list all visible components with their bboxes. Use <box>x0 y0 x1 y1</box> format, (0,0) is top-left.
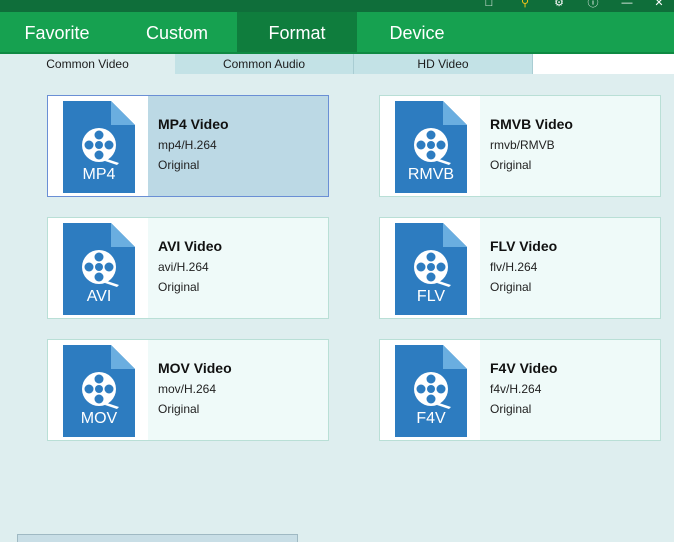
format-codec: f4v/H.264 <box>490 382 542 396</box>
format-quality: Original <box>490 158 532 172</box>
tab-custom[interactable]: Custom <box>118 12 236 52</box>
format-icon-container: AVI <box>48 218 148 318</box>
tab-favorite[interactable]: Favorite <box>0 12 114 52</box>
format-title: AVI Video <box>158 238 223 254</box>
info-icon[interactable]: ⓘ <box>586 0 600 10</box>
format-badge: F4V <box>416 410 446 427</box>
tab-device[interactable]: Device <box>357 12 477 52</box>
format-icon-container: MOV <box>48 340 148 440</box>
format-quality: Original <box>490 402 532 416</box>
format-card-rmvb[interactable]: RMVB RMVB Video rmvb/RMVB Original <box>379 95 661 197</box>
format-quality: Original <box>158 402 200 416</box>
subtab-filler <box>533 54 674 74</box>
format-icon-container: MP4 <box>48 96 148 196</box>
format-quality: Original <box>158 158 200 172</box>
bottom-panel-edge <box>17 534 298 542</box>
format-title: MOV Video <box>158 360 232 376</box>
subtab-hd-video[interactable]: HD Video <box>354 54 533 74</box>
format-card-f4v[interactable]: F4V F4V Video f4v/H.264 Original <box>379 339 661 441</box>
format-codec: rmvb/RMVB <box>490 138 555 152</box>
format-card-avi[interactable]: AVI AVI Video avi/H.264 Original <box>47 217 329 319</box>
format-icon-container: RMVB <box>380 96 480 196</box>
format-card-mov[interactable]: MOV MOV Video mov/H.264 Original <box>47 339 329 441</box>
format-badge: RMVB <box>407 166 455 183</box>
format-icon-container: F4V <box>380 340 480 440</box>
title-bar: □ ⚲ ⚙ ⓘ — ✕ <box>0 0 674 12</box>
subtab-common-video[interactable]: Common Video <box>0 54 175 74</box>
format-quality: Original <box>158 280 200 294</box>
gear-icon[interactable]: ⚙ <box>552 0 566 10</box>
format-title: RMVB Video <box>490 116 573 132</box>
format-badge: FLV <box>416 288 446 305</box>
feedback-icon[interactable]: □ <box>482 0 496 10</box>
key-icon[interactable]: ⚲ <box>518 0 532 10</box>
close-icon[interactable]: ✕ <box>652 0 666 10</box>
format-title: F4V Video <box>490 360 558 376</box>
format-quality: Original <box>490 280 532 294</box>
subtab-common-audio[interactable]: Common Audio <box>175 54 354 74</box>
format-codec: flv/H.264 <box>490 260 538 274</box>
format-card-mp4[interactable]: MP4 MP4 Video mp4/H.264 Original <box>47 95 329 197</box>
format-badge: MP4 <box>82 166 116 183</box>
format-icon-container: FLV <box>380 218 480 318</box>
format-codec: avi/H.264 <box>158 260 209 274</box>
format-grid: MP4 MP4 Video mp4/H.264 Original RMVB RM… <box>0 74 674 542</box>
format-title: FLV Video <box>490 238 558 254</box>
format-badge: AVI <box>86 288 112 305</box>
format-card-flv[interactable]: FLV FLV Video flv/H.264 Original <box>379 217 661 319</box>
format-badge: MOV <box>80 410 118 427</box>
format-codec: mov/H.264 <box>158 382 217 396</box>
top-nav: Favorite Custom Format Device <box>0 12 674 54</box>
format-title: MP4 Video <box>158 116 229 132</box>
tab-format[interactable]: Format <box>237 12 357 52</box>
minimize-icon[interactable]: — <box>620 0 634 10</box>
format-codec: mp4/H.264 <box>158 138 217 152</box>
format-subtabs: Common Video Common Audio HD Video <box>0 54 674 74</box>
